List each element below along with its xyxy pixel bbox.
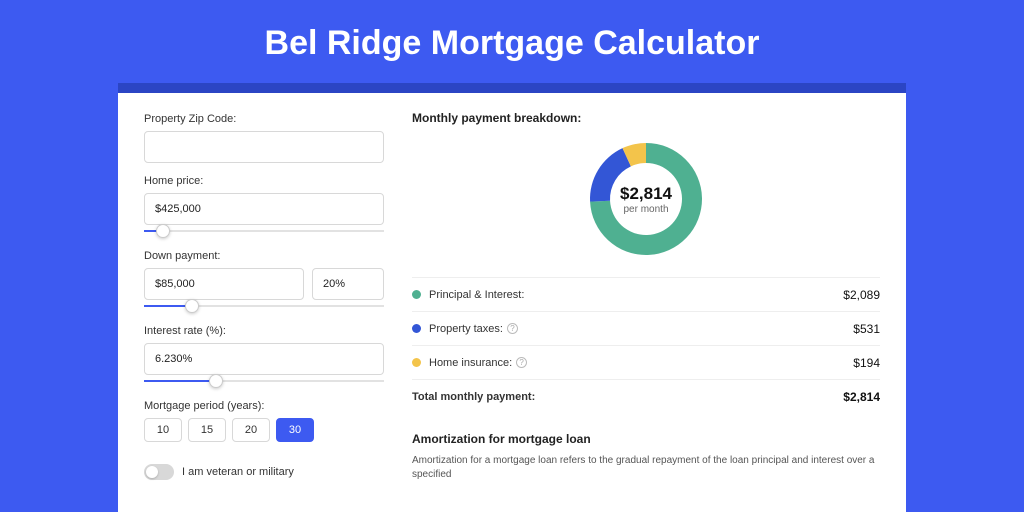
home-price-input[interactable] [144, 193, 384, 225]
down-payment-label: Down payment: [144, 250, 384, 262]
donut-chart-area: $2,814 per month [412, 133, 880, 277]
info-icon[interactable]: ? [516, 357, 527, 368]
period-btn-15[interactable]: 15 [188, 418, 226, 442]
interest-input[interactable] [144, 343, 384, 375]
period-buttons: 10152030 [144, 418, 384, 442]
home-price-slider[interactable] [144, 224, 384, 238]
home-price-slider-thumb[interactable] [156, 224, 170, 238]
down-payment-pct-input[interactable] [312, 268, 384, 300]
down-payment-input[interactable] [144, 268, 304, 300]
interest-slider-fill [144, 380, 216, 382]
home-price-label: Home price: [144, 175, 384, 187]
zip-label: Property Zip Code: [144, 113, 384, 125]
total-value: $2,814 [843, 390, 880, 404]
donut-center: $2,814 per month [586, 139, 706, 259]
legend-row-2: Home insurance: ? $194 [412, 346, 880, 380]
down-payment-slider[interactable] [144, 299, 384, 313]
period-btn-10[interactable]: 10 [144, 418, 182, 442]
amortization-title: Amortization for mortgage loan [412, 432, 880, 446]
interest-slider[interactable] [144, 374, 384, 388]
period-btn-20[interactable]: 20 [232, 418, 270, 442]
form-column: Property Zip Code: Home price: Down paym… [144, 111, 384, 482]
legend-dot [412, 324, 421, 333]
legend-dot [412, 358, 421, 367]
period-btn-30[interactable]: 30 [276, 418, 314, 442]
page-title: Bel Ridge Mortgage Calculator [0, 0, 1024, 83]
legend-name: Property taxes: ? [429, 323, 518, 335]
legend-row-1: Property taxes: ? $531 [412, 312, 880, 346]
period-label: Mortgage period (years): [144, 400, 384, 412]
donut-sub: per month [623, 204, 668, 215]
amortization-text: Amortization for a mortgage loan refers … [412, 454, 880, 482]
info-icon[interactable]: ? [507, 323, 518, 334]
zip-input[interactable] [144, 131, 384, 163]
interest-label: Interest rate (%): [144, 325, 384, 337]
veteran-toggle[interactable] [144, 464, 174, 480]
card-shadow: Property Zip Code: Home price: Down paym… [118, 83, 906, 512]
donut-amount: $2,814 [620, 184, 672, 204]
legend-dot [412, 290, 421, 299]
legend-row-total: Total monthly payment: $2,814 [412, 380, 880, 414]
breakdown-column: Monthly payment breakdown: $2,814 per mo… [412, 111, 880, 482]
toggle-knob [146, 466, 158, 478]
donut-chart: $2,814 per month [586, 139, 706, 259]
legend-value: $531 [853, 322, 880, 336]
veteran-label: I am veteran or military [182, 466, 294, 478]
total-label: Total monthly payment: [412, 391, 535, 403]
legend-value: $194 [853, 356, 880, 370]
legend-name: Home insurance: ? [429, 357, 527, 369]
legend-value: $2,089 [843, 288, 880, 302]
legend-row-0: Principal & Interest: $2,089 [412, 278, 880, 312]
calculator-card: Property Zip Code: Home price: Down paym… [118, 93, 906, 512]
interest-slider-thumb[interactable] [209, 374, 223, 388]
legend: Principal & Interest: $2,089 Property taxe… [412, 277, 880, 414]
down-payment-slider-thumb[interactable] [185, 299, 199, 313]
legend-name: Principal & Interest: [429, 289, 524, 301]
breakdown-title: Monthly payment breakdown: [412, 111, 880, 125]
